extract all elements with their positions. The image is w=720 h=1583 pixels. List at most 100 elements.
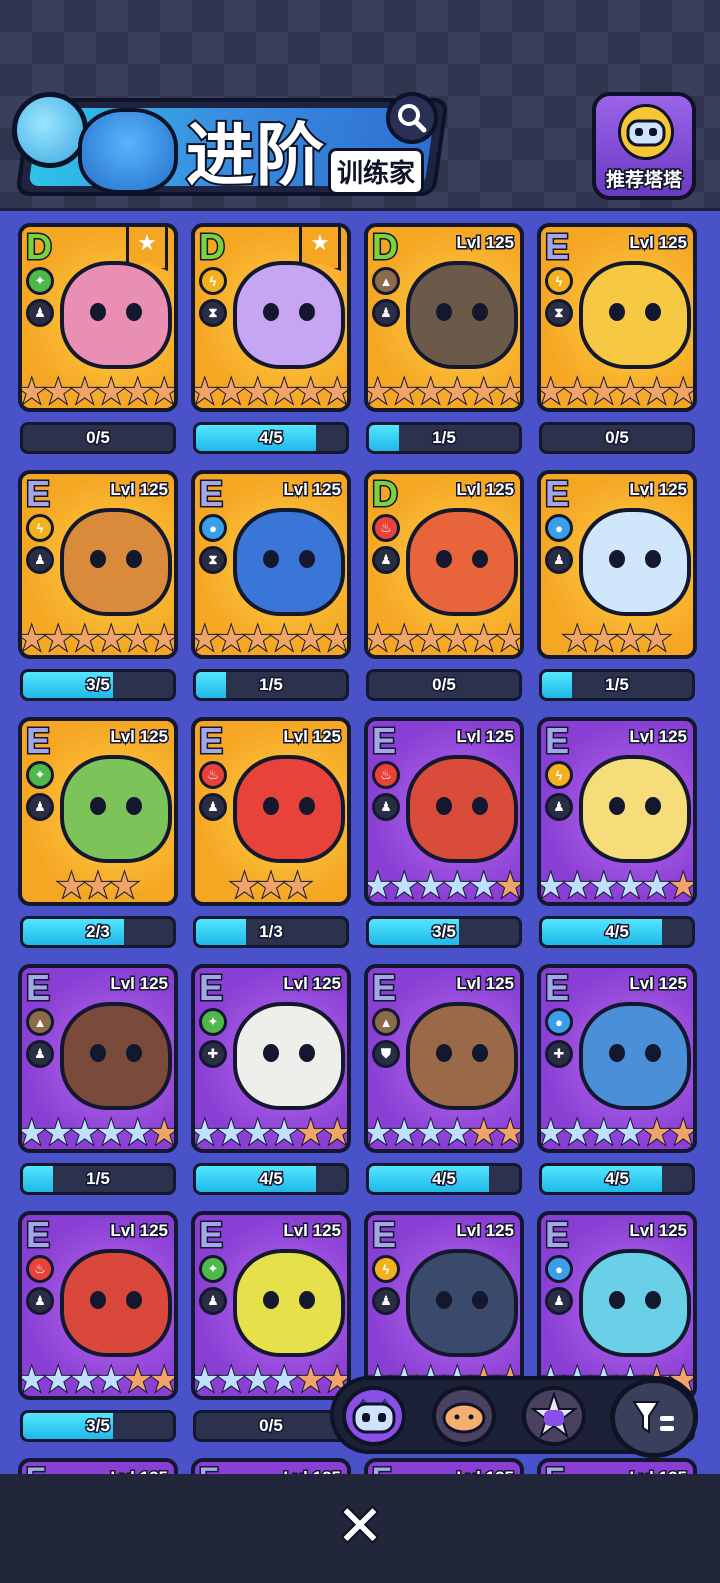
pet-cell[interactable]: D Lvl 125 ▲ ♟ ★ ★ ★ ★ ★ ★ 1/5 (364, 223, 524, 456)
pet-card[interactable]: ELvl 125ϟ♟★★★★★★ (537, 717, 697, 906)
grade-label: E (24, 967, 51, 1008)
tab-star[interactable] (522, 1386, 586, 1446)
role-icon: ⛊ (372, 1040, 400, 1068)
level-label: Lvl 125 (455, 726, 516, 748)
pet-card[interactable]: E Lvl 125 ✦ ✚ ★ ★ ★ ★ ★ ★ (191, 964, 351, 1153)
pet-card[interactable]: E Lvl 125 ✦ ♟ ★ ★ ★ (18, 717, 178, 906)
progress-text: 4/5 (604, 921, 631, 943)
pet-card[interactable]: E Lvl 125 ♨ ♟ ★ ★ ★ (191, 717, 351, 906)
pet-cell[interactable]: E Lvl 125 ✦ ♟ ★ ★ ★ 2/3 (18, 717, 178, 950)
pet-card-peek[interactable]: ELvl 125 (191, 1458, 351, 1474)
element-icon: ϟ (199, 267, 227, 295)
tab-bun[interactable] (432, 1386, 496, 1446)
pet-card-peek[interactable]: ELvl 125 (18, 1458, 178, 1474)
role-icon: ♟ (372, 793, 400, 821)
pet-card-peek[interactable]: ELvl 125 (364, 1458, 524, 1474)
close-button[interactable]: ✕ (330, 1492, 390, 1559)
star-icon: ★ (281, 867, 314, 905)
star-rating: ★★★★★★ (368, 374, 520, 408)
star-rating: ★★★★★★ (22, 621, 174, 655)
pet-cell[interactable]: D Lvl 125 ♨ ♟ ★ ★ ★ ★ ★ ★ 0/5 (364, 470, 524, 703)
grade-label: E (543, 226, 570, 267)
pet-portrait (406, 1249, 518, 1357)
element-icon: ϟ (545, 761, 573, 789)
progress-bar: 1/5 (20, 1163, 176, 1195)
grade-label: E (370, 1214, 397, 1255)
pet-eye (90, 550, 106, 568)
pet-cell[interactable]: D ★ ϟ ⧗ ★ ★ ★ ★ ★ ★ 4/5 (191, 223, 351, 456)
pet-cell[interactable]: E Lvl 125 ▲ ♟ ★ ★ ★ ★ ★ ★ 1/5 (18, 964, 178, 1197)
pet-card[interactable]: D Lvl 125 ♨ ♟ ★ ★ ★ ★ ★ ★ (364, 470, 524, 659)
level-label: Lvl 125 (455, 479, 516, 501)
pet-eye (126, 797, 142, 815)
pet-cell[interactable]: E Lvl 125 ▲ ⛊ ★ ★ ★ ★ ★ ★ 4/5 (364, 964, 524, 1197)
pet-eye (609, 1044, 625, 1062)
pet-card[interactable]: E Lvl 125 ▲ ⛊ ★ ★ ★ ★ ★ ★ (364, 964, 524, 1153)
pet-portrait (60, 508, 172, 616)
pet-cell[interactable]: E Lvl 125 ϟ ♟ ★ ★ ★ ★ ★ ★ 3/5 (18, 470, 178, 703)
progress-text: 2/3 (85, 921, 112, 943)
grade-label: E (543, 1462, 566, 1474)
pet-cell[interactable]: E Lvl 125 ● ✚ ★ ★ ★ ★ ★ ★ 4/5 (537, 964, 697, 1197)
pet-collection-panel: D ★ ✦ ♟ ★ ★ ★ ★ ★ ★ 0/5 D ★ ϟ ⧗ ★ ★ ★ ★ ★ ★ 4/5 D Lvl 125 ▲ ♟ ★ ★ ★ ★… (0, 208, 720, 1474)
pet-cell[interactable]: E Lvl 125 ♨ ♟ ★ ★ ★ ★ ★ ★ 3/5 (18, 1211, 178, 1444)
star-icon: ★ (667, 373, 697, 411)
pet-card[interactable]: D ★ ✦ ♟ ★ ★ ★ ★ ★ ★ (18, 223, 178, 412)
level-label: Lvl 125 (628, 232, 689, 254)
pet-card[interactable]: E Lvl 125 ● ♟ ★ ★ ★ ★ (537, 470, 697, 659)
role-icon: ♟ (26, 793, 54, 821)
element-icon: ● (545, 514, 573, 542)
progress-text: 0/5 (258, 1415, 285, 1437)
pet-cell[interactable]: D ★ ✦ ♟ ★ ★ ★ ★ ★ ★ 0/5 (18, 223, 178, 456)
role-icon: ♟ (545, 1287, 573, 1315)
pet-eye (436, 797, 452, 815)
pet-eye (436, 550, 452, 568)
pet-cell[interactable]: E Lvl 125 ϟ ♟ ★ ★ ★ ★ ★ ★ 4/5 (537, 717, 697, 950)
pet-portrait (579, 508, 691, 616)
pet-card[interactable]: E Lvl 125 ▲ ♟ ★ ★ ★ ★ ★ ★ (18, 964, 178, 1153)
top-header: 进阶 训练家 推荐塔塔 (0, 0, 720, 208)
grade-label: E (543, 473, 570, 514)
pet-card[interactable]: E Lvl 125 ϟ ⧗ ★ ★ ★ ★ ★ ★ (537, 223, 697, 412)
star-rating: ★ ★ ★ (24, 868, 172, 902)
pet-eye (609, 797, 625, 815)
pet-card[interactable]: D Lvl 125 ▲ ♟ ★ ★ ★ ★ ★ ★ (364, 223, 524, 412)
pet-card[interactable]: E Lvl 125 ♨ ♟ ★ ★ ★ ★ ★ ★ (18, 1211, 178, 1400)
pet-cell[interactable]: E Lvl 125 ♨ ♟ ★ ★ ★ ★ ★ ★ 3/5 (364, 717, 524, 950)
progress-text: 0/5 (604, 427, 631, 449)
pet-card[interactable]: E Lvl 125 ✦ ♟ ★ ★ ★ ★ ★ ★ (191, 1211, 351, 1400)
pet-eye (299, 797, 315, 815)
progress-bar: 3/5 (20, 1410, 176, 1442)
pet-eye (126, 303, 142, 321)
filter-button[interactable] (610, 1378, 698, 1458)
pet-cell[interactable]: E Lvl 125 ✦ ✚ ★ ★ ★ ★ ★ ★ 4/5 (191, 964, 351, 1197)
pet-cell[interactable]: E Lvl 125 ✦ ♟ ★ ★ ★ ★ ★ ★ 0/5 (191, 1211, 351, 1444)
pet-eye (645, 1044, 661, 1062)
star-rating: ★★★★★★ (195, 374, 347, 408)
search-button[interactable] (386, 92, 438, 144)
pet-eye (126, 1291, 142, 1309)
star-rating: ★★★★★★ (541, 868, 693, 902)
pet-eye (299, 303, 315, 321)
pet-card[interactable]: ELvl 125●♟★★★★★★ (537, 1211, 697, 1400)
pet-card[interactable]: E Lvl 125 ● ✚ ★ ★ ★ ★ ★ ★ (537, 964, 697, 1153)
bun-face-icon (442, 1402, 486, 1434)
pet-card[interactable]: E Lvl 125 ♨ ♟ ★ ★ ★ ★ ★ ★ (364, 717, 524, 906)
progress-bar: 4/5 (366, 1163, 522, 1195)
tab-cat[interactable] (342, 1386, 406, 1446)
grade-label: D (371, 226, 400, 267)
recommend-button[interactable]: 推荐塔塔 (592, 92, 696, 200)
bottom-bar: ✕ (0, 1474, 720, 1583)
pet-cell[interactable]: E Lvl 125 ● ♟ ★ ★ ★ ★ 1/5 (537, 470, 697, 703)
pet-card-peek[interactable]: ELvl 125 (537, 1458, 697, 1474)
pet-card[interactable]: ELvl 125ϟ♟★★★★★★ (364, 1211, 524, 1400)
pet-cell[interactable]: E Lvl 125 ● ⧗ ★ ★ ★ ★ ★ ★ 1/5 (191, 470, 351, 703)
pet-cell[interactable]: E Lvl 125 ϟ ⧗ ★ ★ ★ ★ ★ ★ 0/5 (537, 223, 697, 456)
mascot-icon (78, 108, 178, 194)
role-icon: ♟ (372, 1287, 400, 1315)
pet-card[interactable]: D ★ ϟ ⧗ ★ ★ ★ ★ ★ ★ (191, 223, 351, 412)
pet-card[interactable]: ELvl 125ϟ♟★★★★★★ (18, 470, 178, 659)
pet-cell[interactable]: E Lvl 125 ♨ ♟ ★ ★ ★ 1/3 (191, 717, 351, 950)
star-rating: ★ ★ ★ (197, 867, 345, 905)
pet-card[interactable]: E Lvl 125 ● ⧗ ★ ★ ★ ★ ★ ★ (191, 470, 351, 659)
